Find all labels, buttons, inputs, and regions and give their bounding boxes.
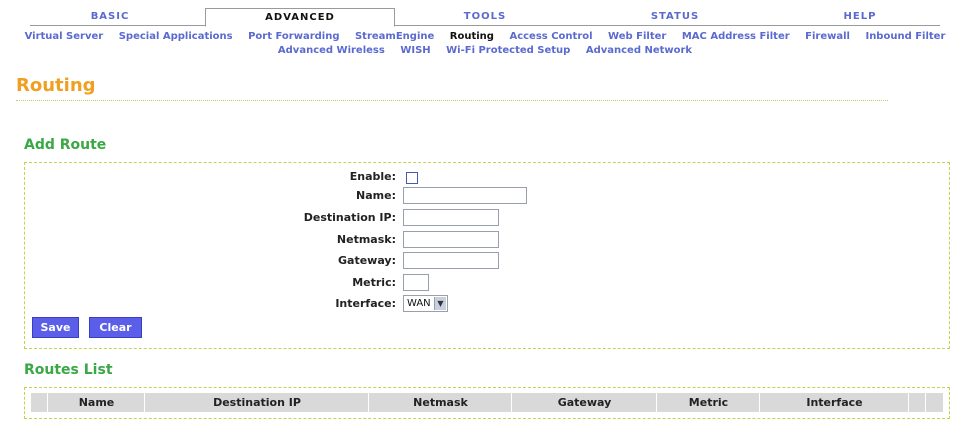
column-header-gateway: Gateway	[511, 393, 657, 412]
netmask-input[interactable]	[403, 231, 499, 248]
chevron-down-icon: ▼	[434, 297, 446, 310]
clear-button[interactable]: Clear	[89, 317, 142, 338]
header-spacer-2	[908, 393, 926, 412]
routes-list-title: Routes List	[24, 362, 113, 378]
nav-port-forwarding[interactable]: Port Forwarding	[248, 31, 339, 42]
nav-inbound-filter[interactable]: Inbound Filter	[865, 31, 945, 42]
tab-basic[interactable]: BASIC	[40, 8, 180, 25]
subnav-row-2: Advanced Wireless WISH Wi-Fi Protected S…	[0, 45, 970, 56]
header-spacer-3	[925, 393, 944, 412]
name-input[interactable]	[403, 187, 527, 204]
nav-virtual-server[interactable]: Virtual Server	[25, 31, 104, 42]
nav-wish[interactable]: WISH	[400, 45, 430, 56]
netmask-label: Netmask:	[336, 233, 396, 246]
subnav-row-1: Virtual Server Special Applications Port…	[0, 31, 970, 42]
enable-checkbox[interactable]	[406, 172, 418, 184]
nav-advanced-wireless[interactable]: Advanced Wireless	[278, 45, 385, 56]
top-tabs: BASIC ADVANCED TOOLS STATUS HELP	[0, 8, 970, 27]
column-header-interface: Interface	[759, 393, 909, 412]
enable-label: Enable:	[349, 170, 396, 183]
destination-ip-label: Destination IP:	[303, 211, 396, 224]
interface-label: Interface:	[335, 297, 396, 310]
gateway-label: Gateway:	[338, 254, 396, 267]
column-header-netmask: Netmask	[368, 393, 512, 412]
gateway-input[interactable]	[403, 252, 499, 269]
nav-advanced-network[interactable]: Advanced Network	[586, 45, 692, 56]
name-label: Name:	[356, 189, 396, 202]
page-title: Routing	[16, 75, 96, 96]
nav-special-applications[interactable]: Special Applications	[119, 31, 233, 42]
column-header-destination-ip: Destination IP	[144, 393, 369, 412]
nav-access-control[interactable]: Access Control	[509, 31, 592, 42]
tab-advanced[interactable]: ADVANCED	[205, 8, 395, 27]
tab-help[interactable]: HELP	[790, 8, 930, 25]
column-header-name: Name	[47, 393, 145, 412]
tab-tools[interactable]: TOOLS	[415, 8, 555, 25]
save-button[interactable]: Save	[32, 317, 79, 338]
title-divider	[16, 100, 888, 101]
add-route-title: Add Route	[24, 137, 107, 153]
interface-select[interactable]: WAN ▼	[403, 295, 448, 312]
column-header-metric: Metric	[656, 393, 760, 412]
nav-streamengine[interactable]: StreamEngine	[355, 31, 434, 42]
interface-select-value: WAN	[407, 298, 431, 309]
metric-label: Metric:	[352, 276, 396, 289]
destination-ip-input[interactable]	[403, 209, 499, 226]
routes-table-header: Name Destination IP Netmask Gateway Metr…	[31, 393, 943, 412]
nav-web-filter[interactable]: Web Filter	[608, 31, 666, 42]
metric-input[interactable]	[403, 274, 429, 291]
nav-routing[interactable]: Routing	[450, 31, 494, 42]
nav-wifi-protected-setup[interactable]: Wi-Fi Protected Setup	[446, 45, 570, 56]
tabs-divider	[30, 25, 940, 26]
nav-firewall[interactable]: Firewall	[805, 31, 850, 42]
nav-mac-address-filter[interactable]: MAC Address Filter	[682, 31, 790, 42]
tab-status[interactable]: STATUS	[600, 8, 750, 25]
header-spacer	[31, 393, 47, 412]
